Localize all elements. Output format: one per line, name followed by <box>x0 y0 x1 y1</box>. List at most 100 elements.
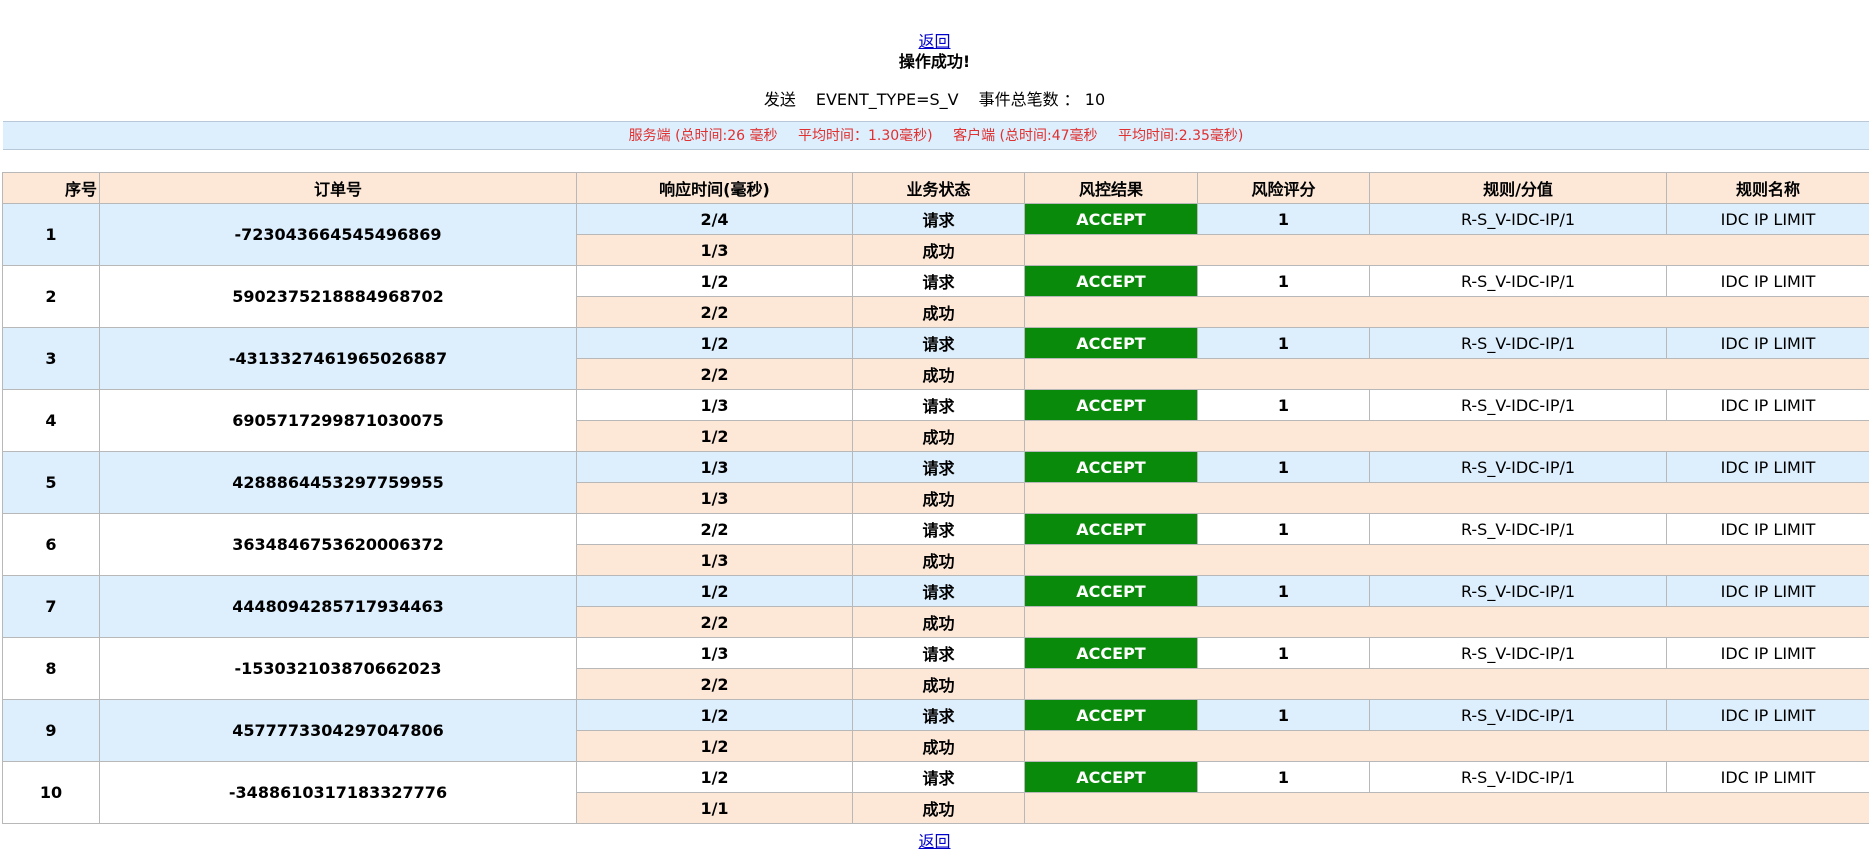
row-index: 10 <box>2 761 100 824</box>
table-row: 9 4577773304297047806 1/2 请求 ACCEPT 1 R-S_V-ID… <box>2 699 1869 762</box>
order-number: 4448094285717934463 <box>99 575 577 638</box>
table-row: 3 -4313327461965026887 1/2 请求 ACCEPT 1 R-S_V-I… <box>2 327 1869 390</box>
order-number: -3488610317183327776 <box>99 761 577 824</box>
rule-name: IDC IP LIMIT <box>1666 327 1869 359</box>
order-number: 5902375218884968702 <box>99 265 577 328</box>
request-status: 请求 <box>852 203 1025 235</box>
risk-score: 1 <box>1197 451 1370 483</box>
row-index: 2 <box>2 265 100 328</box>
table-row: 4 6905717299871030075 1/3 请求 ACCEPT 1 R-S_V-ID… <box>2 389 1869 452</box>
rule-score: R-S_V-IDC-IP/1 <box>1369 761 1667 793</box>
response-time: 1/1 <box>576 792 853 824</box>
response-filler <box>1024 792 1869 824</box>
table-row: 8 -153032103870662023 1/3 请求 ACCEPT 1 R-S_V-ID… <box>2 637 1869 700</box>
order-number: 4577773304297047806 <box>99 699 577 762</box>
event-type: EVENT_TYPE=S_V <box>815 90 959 109</box>
response-time: 2/2 <box>576 296 853 328</box>
risk-result-badge: ACCEPT <box>1024 389 1198 421</box>
request-status: 请求 <box>852 513 1025 545</box>
row-index: 1 <box>2 203 100 266</box>
event-summary: 发送 EVENT_TYPE=S_V 事件总笔数 ： 10 <box>0 86 1869 110</box>
response-time: 2/2 <box>576 358 853 390</box>
response-filler <box>1024 358 1869 390</box>
response-status: 成功 <box>852 730 1025 762</box>
response-time: 1/2 <box>576 730 853 762</box>
row-index: 9 <box>2 699 100 762</box>
send-label: 发送 <box>763 90 796 109</box>
rule-name: IDC IP LIMIT <box>1666 699 1869 731</box>
client-avg-time: 平均时间:2.35毫秒) <box>1118 128 1244 144</box>
header-index: 序号 <box>2 172 100 204</box>
request-status: 请求 <box>852 389 1025 421</box>
header-biz-status: 业务状态 <box>852 172 1025 204</box>
rule-score: R-S_V-IDC-IP/1 <box>1369 203 1667 235</box>
back-link-bottom[interactable]: 返回 <box>918 828 950 852</box>
request-time: 1/2 <box>576 699 853 731</box>
response-time: 1/3 <box>576 482 853 514</box>
response-status: 成功 <box>852 792 1025 824</box>
response-time: 2/2 <box>576 668 853 700</box>
total-count: 10 <box>1084 90 1106 109</box>
risk-result-badge: ACCEPT <box>1024 575 1198 607</box>
risk-score: 1 <box>1197 699 1370 731</box>
rule-name: IDC IP LIMIT <box>1666 265 1869 297</box>
risk-result-badge: ACCEPT <box>1024 327 1198 359</box>
response-status: 成功 <box>852 482 1025 514</box>
request-status: 请求 <box>852 327 1025 359</box>
result-table: 序号 订单号 响应时间(毫秒) 业务状态 风控结果 风险评分 规则/分值 规则名… <box>2 172 1869 824</box>
response-time: 1/3 <box>576 234 853 266</box>
request-time: 2/4 <box>576 203 853 235</box>
rule-name: IDC IP LIMIT <box>1666 203 1869 235</box>
response-time: 2/2 <box>576 606 853 638</box>
row-index: 3 <box>2 327 100 390</box>
order-number: -4313327461965026887 <box>99 327 577 390</box>
order-number: 6905717299871030075 <box>99 389 577 452</box>
risk-result-badge: ACCEPT <box>1024 761 1198 793</box>
response-time: 1/3 <box>576 544 853 576</box>
header-order-no: 订单号 <box>99 172 577 204</box>
risk-result-badge: ACCEPT <box>1024 637 1198 669</box>
response-status: 成功 <box>852 668 1025 700</box>
rule-score: R-S_V-IDC-IP/1 <box>1369 389 1667 421</box>
header-response-time: 响应时间(毫秒) <box>576 172 853 204</box>
request-time: 2/2 <box>576 513 853 545</box>
response-filler <box>1024 606 1869 638</box>
risk-result-badge: ACCEPT <box>1024 203 1198 235</box>
request-time: 1/2 <box>576 327 853 359</box>
risk-score: 1 <box>1197 761 1370 793</box>
risk-score: 1 <box>1197 203 1370 235</box>
timing-bar: 服务端 (总时间:26 毫秒 平均时间：1.30毫秒) 客户端 (总时间:47毫… <box>3 121 1869 150</box>
row-index: 5 <box>2 451 100 514</box>
risk-score: 1 <box>1197 265 1370 297</box>
rule-score: R-S_V-IDC-IP/1 <box>1369 327 1667 359</box>
response-status: 成功 <box>852 358 1025 390</box>
request-status: 请求 <box>852 575 1025 607</box>
request-time: 1/2 <box>576 575 853 607</box>
table-row: 7 4448094285717934463 1/2 请求 ACCEPT 1 R-S_V-ID… <box>2 575 1869 638</box>
header-rule-score: 规则/分值 <box>1369 172 1667 204</box>
total-label: 事件总笔数 ： 10 <box>978 90 1106 109</box>
rule-name: IDC IP LIMIT <box>1666 637 1869 669</box>
row-index: 4 <box>2 389 100 452</box>
risk-score: 1 <box>1197 575 1370 607</box>
table-header-row: 序号 订单号 响应时间(毫秒) 业务状态 风控结果 风险评分 规则/分值 规则名… <box>2 172 1869 204</box>
risk-result-badge: ACCEPT <box>1024 265 1198 297</box>
row-index: 6 <box>2 513 100 576</box>
rule-name: IDC IP LIMIT <box>1666 761 1869 793</box>
rule-score: R-S_V-IDC-IP/1 <box>1369 451 1667 483</box>
table-row: 5 4288864453297759955 1/3 请求 ACCEPT 1 R-S_V-ID… <box>2 451 1869 514</box>
table-row: 1 -723043664545496869 2/4 请求 ACCEPT 1 R-S_V-ID… <box>2 203 1869 266</box>
table-row: 10 -3488610317183327776 1/2 请求 ACCEPT 1 R-S_V-… <box>2 761 1869 824</box>
response-status: 成功 <box>852 544 1025 576</box>
response-status: 成功 <box>852 234 1025 266</box>
response-filler <box>1024 730 1869 762</box>
response-filler <box>1024 234 1869 266</box>
header-rule-name: 规则名称 <box>1666 172 1869 204</box>
risk-score: 1 <box>1197 389 1370 421</box>
header-risk-result: 风控结果 <box>1024 172 1198 204</box>
request-time: 1/3 <box>576 451 853 483</box>
response-filler <box>1024 296 1869 328</box>
table-row: 2 5902375218884968702 1/2 请求 ACCEPT 1 R-S_V-ID… <box>2 265 1869 328</box>
request-status: 请求 <box>852 451 1025 483</box>
order-number: -723043664545496869 <box>99 203 577 266</box>
